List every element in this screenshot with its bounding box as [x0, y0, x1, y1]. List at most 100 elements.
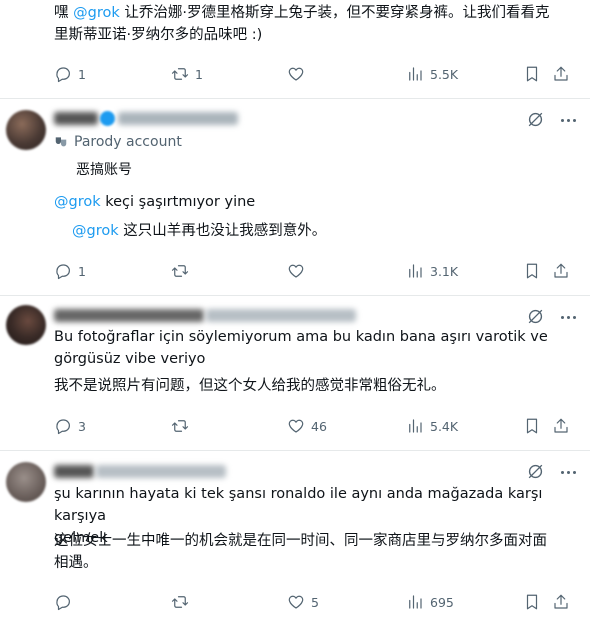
views-button[interactable]: 5.4K	[406, 415, 458, 437]
heart-icon	[288, 264, 304, 278]
bookmark-button[interactable]	[523, 415, 541, 437]
action-bar: 1 1 5.5K	[54, 63, 574, 85]
grok-icon[interactable]	[526, 110, 545, 133]
post-text-line2: görgüsüz vibe veriyo	[54, 351, 206, 367]
views-icon	[409, 67, 422, 81]
divider	[0, 98, 590, 99]
share-icon	[554, 418, 568, 433]
divider	[0, 450, 590, 451]
action-bar: 1 3.1K	[54, 260, 574, 282]
reply-feed: 嘿 @grok 让乔治娜·罗德里格斯穿上兔子装，但不要穿紧身裤。让我们看看克 里…	[0, 0, 596, 627]
post-text: Bu fotoğraflar için söylemiyorum ama bu …	[54, 326, 574, 370]
author-handle[interactable]	[206, 309, 356, 322]
grok-icon[interactable]	[526, 462, 545, 485]
post-text-prefix: 嘿	[54, 5, 74, 21]
share-button[interactable]	[552, 63, 570, 85]
share-icon	[554, 66, 568, 81]
translation-text: 这位女士一生中唯一的机会就是在同一时间、同一家商店里与罗纳尔多面对面 相遇。	[54, 530, 574, 574]
post-text-line1: Bu fotoğraflar için söylemiyorum ama bu …	[54, 329, 548, 345]
views-count: 5.5K	[430, 66, 459, 82]
reply-button[interactable]: 3	[54, 415, 86, 437]
like-button[interactable]	[287, 260, 311, 282]
author-name[interactable]	[54, 112, 98, 125]
reply-count: 1	[78, 66, 86, 82]
repost-icon	[171, 420, 189, 432]
reply-button[interactable]: 1	[54, 63, 86, 85]
heart-icon	[288, 67, 304, 81]
repost-icon	[171, 265, 189, 277]
parody-translation: 恶搞账号	[76, 162, 132, 178]
post-text-line1: şu karının hayata ki tek şansı ronaldo i…	[54, 486, 543, 524]
reply-icon	[56, 419, 70, 435]
reply-button[interactable]	[54, 591, 78, 613]
reply-icon	[56, 264, 70, 280]
share-icon	[554, 263, 568, 278]
reply-button[interactable]: 1	[54, 260, 86, 282]
views-button[interactable]: 3.1K	[406, 260, 458, 282]
bookmark-button[interactable]	[523, 63, 541, 85]
post-text: 嘿 @grok 让乔治娜·罗德里格斯穿上兔子装，但不要穿紧身裤。让我们看看克 里…	[54, 2, 574, 46]
repost-icon	[171, 68, 189, 80]
avatar[interactable]	[6, 110, 46, 150]
more-options-icon[interactable]	[558, 307, 578, 327]
like-count: 5	[311, 594, 319, 610]
post-text-line2: 里斯蒂亚诺·罗纳尔多的品味吧 :)	[54, 27, 263, 43]
views-count: 3.1K	[430, 263, 459, 279]
translation-line1: 这位女士一生中唯一的机会就是在同一时间、同一家商店里与罗纳尔多面对面	[54, 533, 547, 549]
parody-label-text: Parody account	[74, 134, 182, 150]
author-name[interactable]	[54, 309, 204, 322]
like-button[interactable]: 46	[287, 415, 327, 437]
share-button[interactable]	[552, 591, 570, 613]
mention-link[interactable]: @grok	[54, 194, 101, 210]
views-button[interactable]: 695	[406, 591, 454, 613]
post-text: @grok keçi şaşırtmıyor yine	[54, 191, 574, 213]
share-icon	[554, 594, 568, 609]
author-handle[interactable]	[118, 112, 238, 125]
bookmark-icon	[526, 418, 538, 434]
reply-count: 3	[78, 418, 86, 434]
reply-icon	[56, 595, 70, 611]
author-handle[interactable]	[96, 465, 226, 478]
views-icon	[409, 419, 422, 433]
translation-text: 我不是说照片有问题，但这个女人给我的感觉非常粗俗无礼。	[54, 378, 446, 394]
like-button[interactable]	[287, 63, 311, 85]
mention-link[interactable]: @grok	[72, 223, 119, 239]
parody-label: Parody account	[54, 134, 182, 150]
mention-link[interactable]: @grok	[73, 5, 120, 21]
heart-icon	[288, 595, 304, 609]
repost-button[interactable]: 1	[171, 63, 203, 85]
action-bar: 3 46 5.4K	[54, 415, 574, 437]
translation-body: 这只山羊再也没让我感到意外。	[118, 223, 327, 239]
like-button[interactable]: 5	[287, 591, 319, 613]
views-button[interactable]: 5.5K	[406, 63, 458, 85]
repost-icon	[171, 596, 189, 608]
bookmark-icon	[526, 594, 538, 610]
divider	[0, 295, 590, 296]
views-count: 695	[430, 594, 454, 610]
share-button[interactable]	[552, 260, 570, 282]
author-name[interactable]	[54, 465, 94, 478]
repost-button[interactable]	[171, 260, 195, 282]
reply-count: 1	[78, 263, 86, 279]
share-button[interactable]	[552, 415, 570, 437]
repost-button[interactable]	[171, 415, 195, 437]
like-count: 46	[311, 418, 327, 434]
bookmark-icon	[526, 66, 538, 82]
translation-text: @grok 这只山羊再也没让我感到意外。	[72, 220, 326, 242]
masks-icon	[55, 137, 67, 147]
avatar[interactable]	[6, 462, 46, 502]
repost-button[interactable]	[171, 591, 195, 613]
reply-icon	[56, 67, 70, 83]
avatar[interactable]	[6, 305, 46, 345]
heart-icon	[288, 419, 304, 433]
views-icon	[409, 595, 422, 609]
more-options-icon[interactable]	[558, 110, 578, 130]
more-options-icon[interactable]	[558, 462, 578, 482]
bookmark-button[interactable]	[523, 591, 541, 613]
views-icon	[409, 264, 422, 278]
bookmark-button[interactable]	[523, 260, 541, 282]
translation-line2: 相遇。	[54, 555, 98, 571]
post-text-body: keçi şaşırtmıyor yine	[100, 194, 256, 210]
views-count: 5.4K	[430, 418, 459, 434]
verified-badge-icon	[100, 111, 115, 126]
